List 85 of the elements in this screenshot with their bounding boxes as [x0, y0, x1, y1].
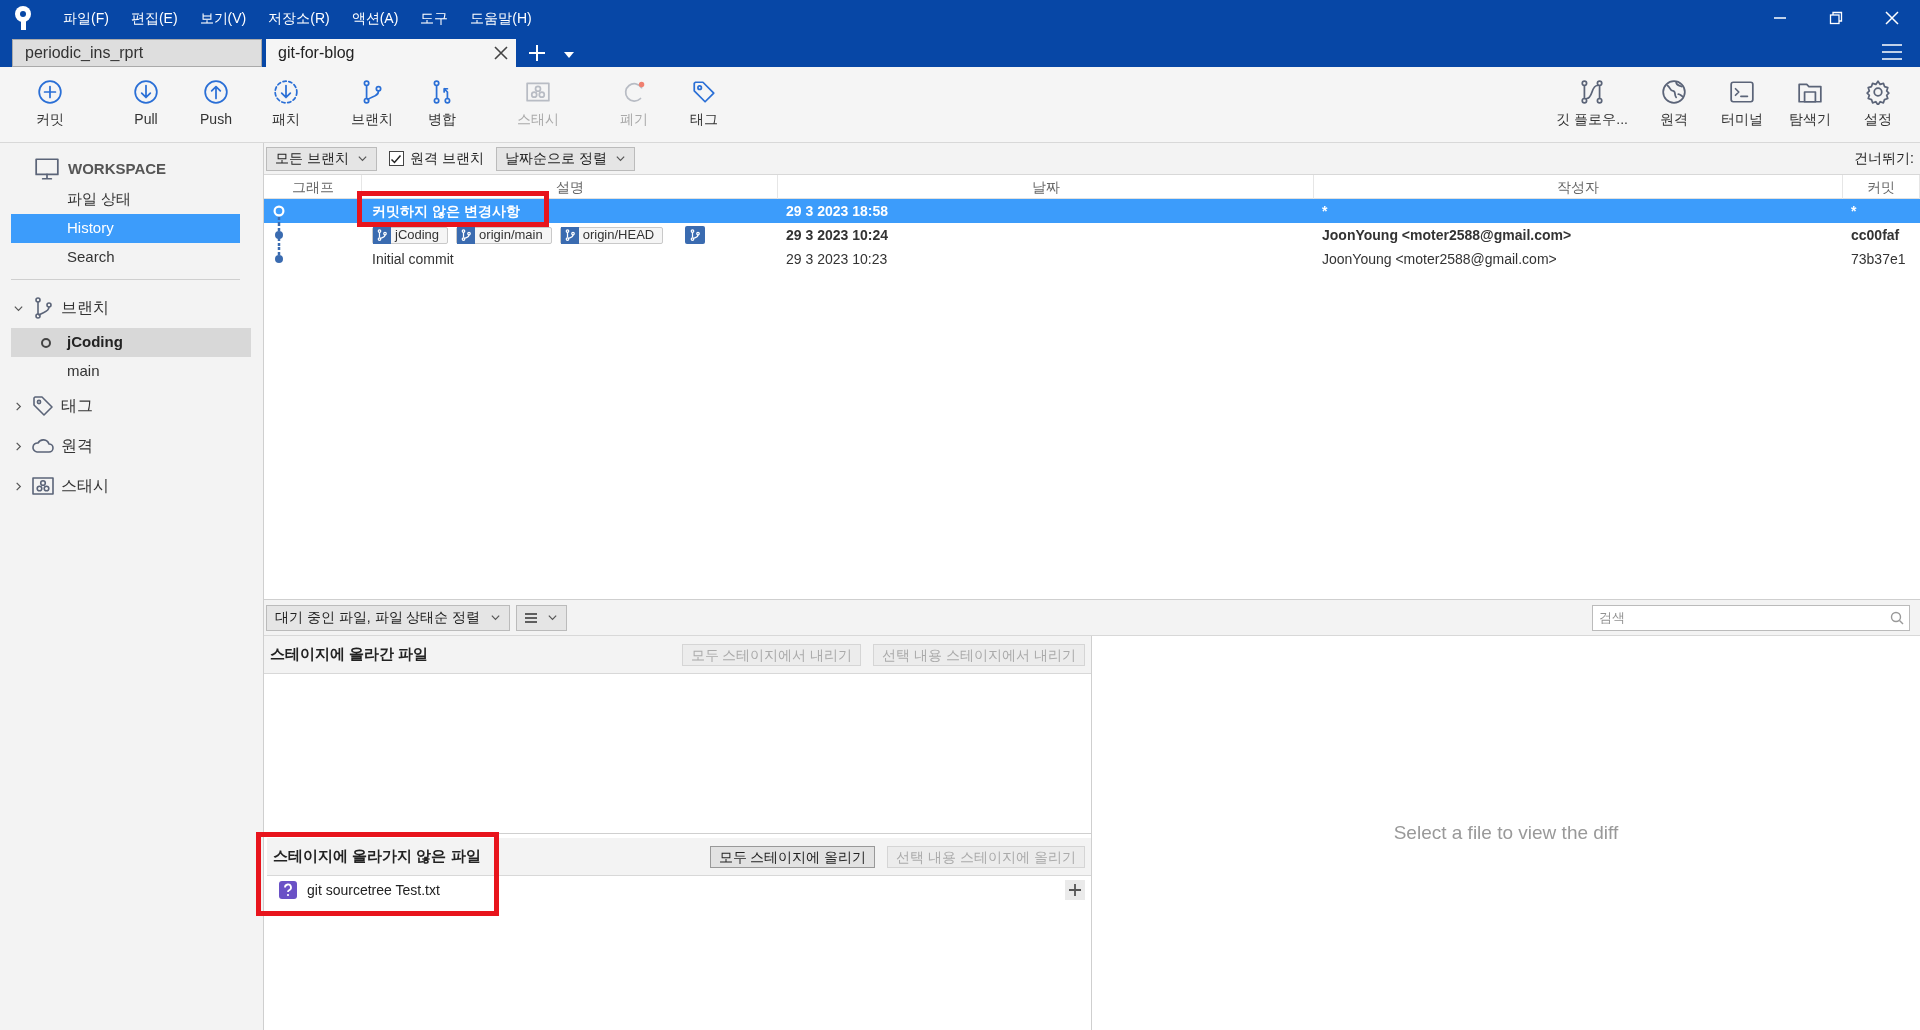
terminal-icon [1729, 79, 1755, 105]
repo-tab[interactable]: git-for-blog [266, 39, 516, 67]
table-cell-text: 29 3 2023 10:24 [785, 225, 889, 245]
gear-icon [1865, 79, 1891, 105]
sidebar-item[interactable]: Search [11, 243, 240, 272]
toolbar-button[interactable]: 태그 [676, 67, 732, 142]
toolbar-button[interactable]: 브랜치 [344, 67, 400, 142]
tag-icon [31, 394, 55, 418]
dashed-download-icon [273, 79, 299, 105]
app-logo [12, 5, 34, 31]
toolbar-button[interactable]: 병합 [414, 67, 470, 142]
toolbar-button[interactable]: 패치 [258, 67, 314, 142]
toolbar-button[interactable]: 원격 [1646, 67, 1702, 142]
commit-message: Initial commit [372, 249, 454, 269]
jump-to-label: 건너뛰기: [1854, 149, 1914, 168]
branch-tag: origin/HEAD [559, 226, 664, 244]
table-cell-text: * [1850, 201, 1858, 221]
toolbar-button[interactable]: Pull [118, 67, 174, 142]
stash-icon [31, 474, 55, 498]
branch-item[interactable]: jCoding [11, 328, 251, 357]
toolbar-button[interactable]: 커밋 [22, 67, 78, 142]
file-sort-dropdown[interactable]: 대기 중인 파일, 파일 상태순 정렬 [266, 604, 511, 631]
section-heading[interactable]: 태그 [61, 394, 93, 418]
tag-icon [691, 79, 717, 105]
download-icon [133, 79, 159, 105]
flow-icon [1579, 79, 1606, 105]
view-mode-dropdown[interactable] [516, 604, 568, 631]
menu-item[interactable]: 저장소(R) [267, 7, 331, 29]
file-row[interactable]: git sourcetree Test.txt [267, 876, 485, 904]
menu-item[interactable]: 편집(E) [129, 7, 179, 29]
section-heading[interactable]: 브랜치 [61, 296, 109, 320]
remote-branches-checkbox[interactable]: 원격 브랜치 [388, 148, 484, 169]
toolbar-button[interactable]: 탐색기 [1782, 67, 1838, 142]
upload-icon [203, 79, 229, 105]
menu-icon[interactable] [1882, 44, 1902, 60]
chevron-down-icon [356, 153, 368, 164]
branch-icon [685, 226, 706, 244]
chevron-down-icon [614, 153, 626, 164]
table-cell-text: JoonYoung <moter2588@gmail.com> [1321, 225, 1573, 245]
table-cell-text: 29 3 2023 10:23 [785, 249, 889, 269]
commit-row[interactable]: Initial commit 29 3 2023 10:23 JoonYoung <moter2588@gmail.com> 73b37e1 [264, 247, 1920, 271]
chevron-down-icon [547, 612, 559, 623]
toolbar-button[interactable]: 깃 플로우... [1550, 67, 1634, 142]
table-cell-text: 73b37e1 [1850, 249, 1907, 269]
monitor-icon [34, 156, 60, 182]
pane-title: 스테이지에 올라간 파일 [270, 644, 429, 665]
checkbox[interactable] [388, 151, 404, 166]
commit-row[interactable]: jCoding origin/main origin/HEAD 29 3 2023 10:24 JoonYoung <moter2588@gmail.com> cc00faf [264, 223, 1920, 247]
list-icon [525, 611, 538, 624]
table-cell-text: * [1321, 201, 1329, 221]
branch-filter-dropdown[interactable]: 모든 브랜치 [266, 146, 377, 171]
search-field[interactable]: 검색 [1592, 604, 1910, 631]
table-cell-text: JoonYoung <moter2588@gmail.com> [1321, 249, 1558, 269]
stage-file-icon[interactable] [1065, 880, 1085, 900]
toolbar-button[interactable]: 설정 [1850, 67, 1906, 142]
menu-item[interactable]: 액션(A) [350, 7, 400, 29]
toolbar-button[interactable]: Push [188, 67, 244, 142]
empty-diff-message: Select a file to view the diff [1393, 820, 1619, 845]
menu-item[interactable]: 도구 [419, 7, 450, 29]
stage-button[interactable]: 모두 스테이지에 올리기 [709, 845, 876, 868]
commit-message: 커밋하지 않은 변경사항 [372, 201, 520, 221]
section-heading: WORKSPACE [68, 158, 167, 179]
search-icon [1890, 610, 1904, 625]
section-heading[interactable]: 원격 [61, 434, 93, 458]
question-mark-icon [279, 881, 297, 899]
sort-dropdown[interactable]: 날짜순으로 정렬 [495, 146, 635, 171]
stash-icon [525, 79, 551, 105]
table-cell-text: cc00faf [1850, 225, 1901, 245]
chevron-down-icon [490, 612, 502, 623]
branch-item[interactable]: main [11, 357, 251, 386]
globe-icon [1661, 79, 1687, 105]
pane-title: 스테이지에 올라가지 않은 파일 [273, 846, 481, 867]
add-tab-icon[interactable] [528, 44, 546, 62]
repo-tab[interactable]: periodic_ins_rprt [12, 39, 262, 67]
plus-circle-icon [37, 79, 63, 105]
menu-item[interactable]: 파일(F) [62, 7, 110, 29]
section-heading[interactable]: 스태시 [61, 474, 109, 498]
close-icon[interactable] [494, 46, 508, 60]
sidebar-item[interactable]: 파일 상태 [11, 185, 240, 214]
table-cell-text: 29 3 2023 18:58 [785, 201, 889, 221]
dropdown-icon[interactable] [564, 52, 574, 58]
branch-icon [560, 226, 579, 244]
menu-item[interactable]: 도움말(H) [469, 7, 533, 29]
toolbar-button[interactable]: 터미널 [1714, 67, 1770, 142]
menu-item[interactable]: 보기(V) [198, 7, 248, 29]
